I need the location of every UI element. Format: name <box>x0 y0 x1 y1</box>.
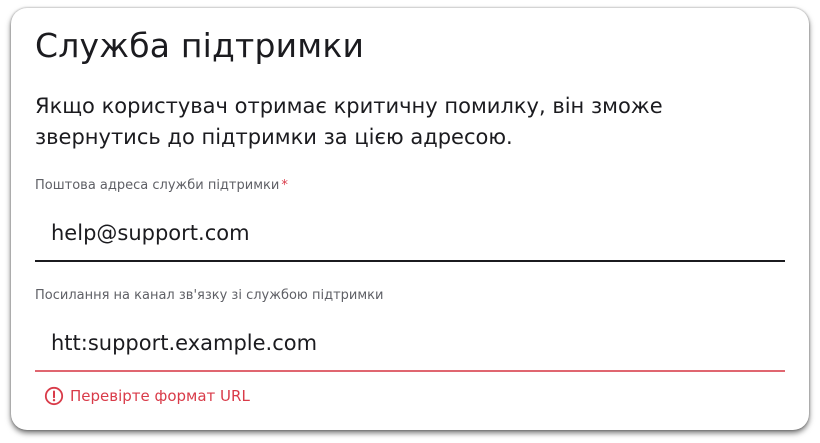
required-mark: * <box>281 178 288 193</box>
email-field-label: Поштова адреса служби підтримки * <box>35 178 288 193</box>
channel-field-error-underline <box>35 370 785 372</box>
email-field-underline <box>35 260 785 262</box>
channel-field-label: Посилання на канал зв'язку зі службою пі… <box>35 288 384 303</box>
card-title: Служба підтримки <box>35 26 365 65</box>
email-field-label-text: Поштова адреса служби підтримки <box>35 178 280 193</box>
support-email-input[interactable] <box>35 202 785 264</box>
error-circle-icon <box>44 386 64 406</box>
support-channel-link-input[interactable] <box>35 312 785 374</box>
channel-field-error: Перевірте формат URL <box>44 386 250 406</box>
error-message: Перевірте формат URL <box>70 387 250 405</box>
card-description: Якщо користувач отримає критичну помилку… <box>35 94 663 149</box>
support-settings-card: Служба підтримки Якщо користувач отримає… <box>11 8 809 430</box>
